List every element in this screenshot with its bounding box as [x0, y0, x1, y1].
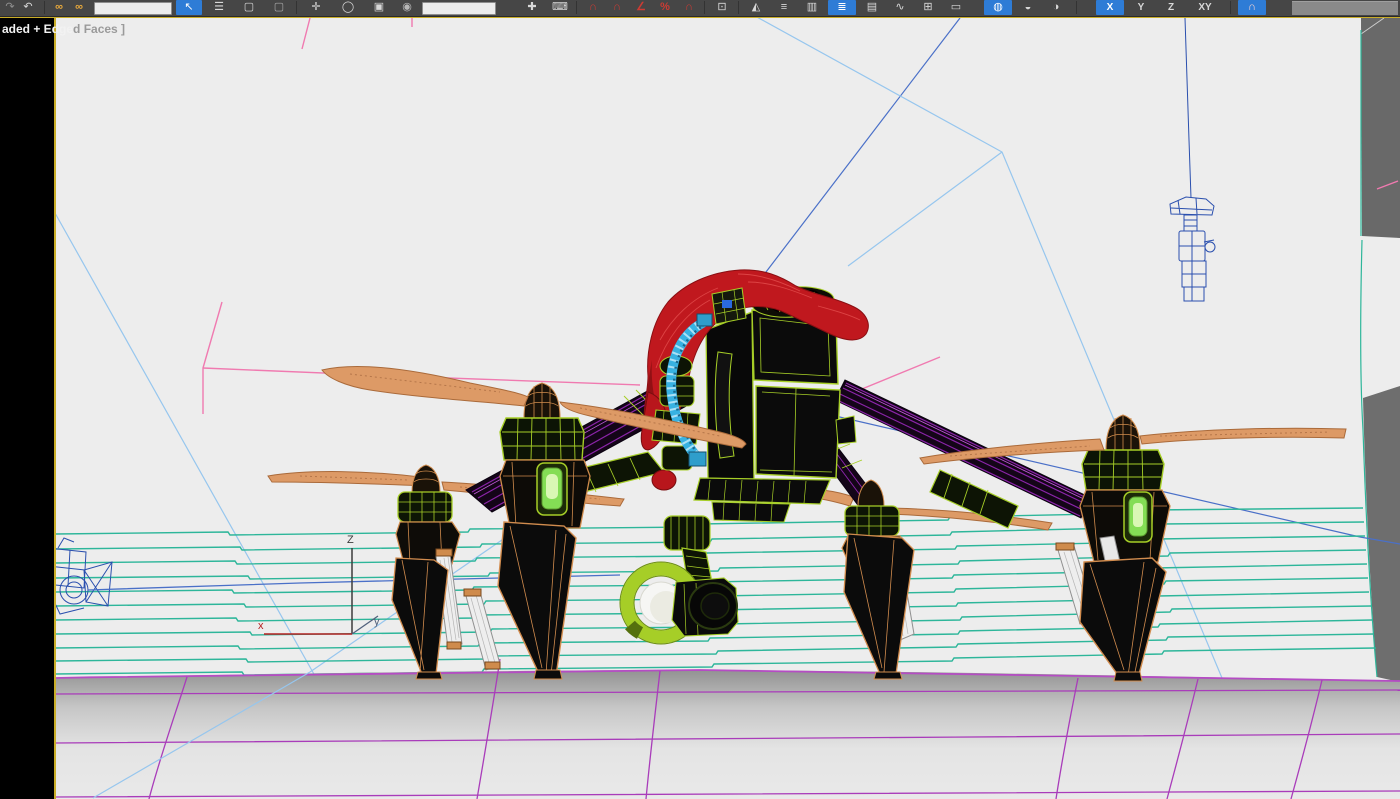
toggle-layer-explorer-icon[interactable]: ≣ — [828, 0, 856, 15]
viewport-label-right-fragment: d Faces ] — [73, 22, 125, 36]
axis-y-label: y — [374, 616, 380, 628]
axis-z-label: Z — [347, 534, 354, 546]
percent-snap-icon[interactable]: % — [654, 0, 676, 15]
use-pivot-point-center-icon[interactable]: ◉ — [396, 0, 418, 15]
render-setup-icon[interactable]: ◒ — [1016, 0, 1040, 15]
curve-editor-icon[interactable]: ∿ — [888, 0, 912, 15]
select-and-scale-icon[interactable]: ▣ — [366, 0, 392, 15]
edit-named-selection-sets-icon[interactable]: ⊡ — [710, 0, 734, 15]
snap-toggle-3d-icon[interactable]: ∩ — [606, 0, 628, 15]
reference-coordinate-system-combo[interactable] — [422, 2, 496, 15]
docked-panel[interactable] — [1292, 1, 1398, 15]
z-axis-constraint-button[interactable]: Z — [1158, 0, 1184, 15]
ground-plane[interactable] — [55, 659, 1400, 799]
select-and-rotate-icon[interactable]: ◯ — [334, 0, 362, 15]
spinner-snap-icon[interactable]: ∩ — [678, 0, 700, 15]
redo-icon[interactable]: ↷ — [2, 0, 18, 15]
snaps-use-axis-constraints-icon[interactable]: ∩ — [1238, 0, 1266, 15]
unlink-selection-icon[interactable]: ∞ — [70, 0, 88, 15]
select-and-manipulate-icon[interactable]: ✚ — [520, 0, 544, 15]
led-window-front-left — [546, 474, 558, 499]
3d-viewport-screen: ↷ ↶ ∞ ∞ ↖ ☰ ▢ ▢ ✛ ◯ ▣ ◉ ✚ ⌨ ∩ ∩ ∠ % ∩ ⊡ … — [0, 0, 1400, 799]
viewport-canvas[interactable]: Z x y — [0, 0, 1400, 799]
angle-snap-icon[interactable]: ∠ — [630, 0, 652, 15]
viewport-shading-label[interactable]: aded + Edged Faces ] — [2, 22, 125, 36]
axis-x-label: x — [258, 620, 264, 632]
left-viewport-panel[interactable] — [0, 16, 54, 799]
xy-plane-constraint-button[interactable]: XY — [1188, 0, 1222, 15]
backdrop-dark-corner[interactable] — [1361, 18, 1400, 238]
render-production-icon[interactable]: ◑ — [1044, 0, 1068, 15]
toggle-scene-explorer-icon[interactable]: ▥ — [800, 0, 824, 15]
material-editor-icon[interactable]: ◍ — [984, 0, 1012, 15]
fence-selection-region-icon[interactable]: ▢ — [266, 0, 292, 15]
selection-filter-combo[interactable] — [94, 2, 172, 15]
graphite-ribbon-icon[interactable]: ▤ — [860, 0, 884, 15]
y-axis-constraint-button[interactable]: Y — [1128, 0, 1154, 15]
x-axis-constraint-button[interactable]: X — [1096, 0, 1124, 15]
select-and-move-icon[interactable]: ✛ — [302, 0, 330, 15]
led-window-front-right — [1133, 503, 1143, 527]
active-viewport-border-left — [54, 16, 56, 799]
select-object-icon[interactable]: ↖ — [176, 0, 202, 15]
viewport-label-left-fragment: aded + Edge — [2, 22, 73, 36]
schematic-view-icon[interactable]: ⊞ — [916, 0, 940, 15]
snap-toggle-2d-icon[interactable]: ∩ — [582, 0, 604, 15]
mirror-icon[interactable]: ◭ — [744, 0, 768, 15]
align-icon[interactable]: ≡ — [772, 0, 796, 15]
keyboard-shortcut-override-icon[interactable]: ⌨ — [548, 0, 572, 15]
rendered-frame-window-icon[interactable]: ▭ — [944, 0, 968, 15]
main-toolbar: ↷ ↶ ∞ ∞ ↖ ☰ ▢ ▢ ✛ ◯ ▣ ◉ ✚ ⌨ ∩ ∩ ∠ % ∩ ⊡ … — [0, 0, 1400, 17]
select-and-link-icon[interactable]: ∞ — [50, 0, 68, 15]
rectangular-selection-region-icon[interactable]: ▢ — [236, 0, 262, 15]
select-by-name-icon[interactable]: ☰ — [206, 0, 232, 15]
undo-icon[interactable]: ↶ — [20, 0, 36, 15]
